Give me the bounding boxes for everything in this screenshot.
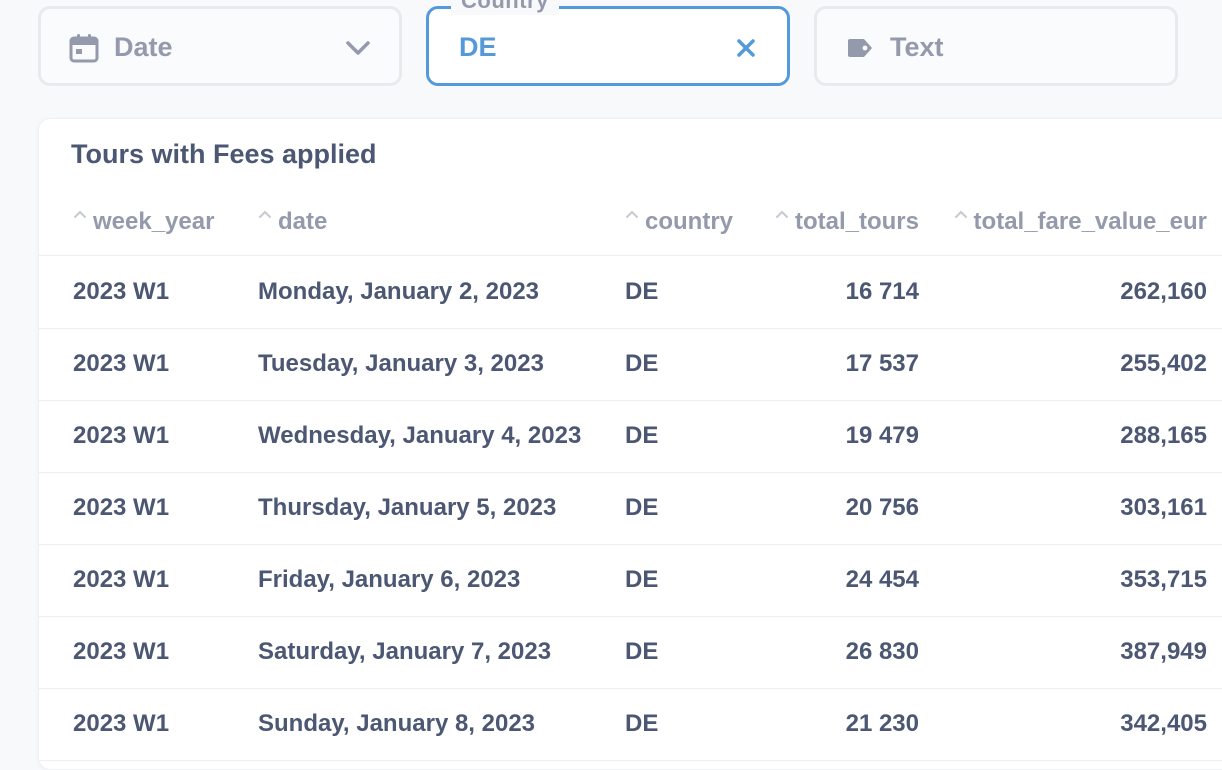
- card-title[interactable]: Tours with Fees applied: [71, 137, 377, 171]
- cell-total-fare-value-eur: 262,160: [1120, 278, 1207, 305]
- column-header-week-year[interactable]: week_year: [73, 207, 214, 237]
- cell-date: Friday, January 6, 2023: [258, 566, 521, 593]
- tag-icon: [845, 33, 875, 63]
- table-row: 2023 W1 Saturday, January 7, 2023 DE 26 …: [39, 616, 1222, 689]
- cell-total-fare-value-eur: 288,165: [1120, 422, 1207, 449]
- table-row: 2023 W1 Friday, January 6, 2023 DE 24 45…: [39, 544, 1222, 617]
- date-filter[interactable]: Date: [38, 6, 402, 86]
- cell-week-year: 2023 W1: [73, 638, 170, 665]
- cell-total-fare-value-eur: 353,715: [1120, 566, 1207, 593]
- column-header-total-tours[interactable]: total_tours: [775, 207, 919, 237]
- cell-country[interactable]: DE: [625, 565, 658, 595]
- cell-total-fare-value-eur: 387,949: [1120, 638, 1207, 665]
- column-header-label: date: [278, 208, 328, 235]
- column-header-label: total_fare_value_eur: [973, 208, 1207, 235]
- cell-total-fare-value-eur: 303,161: [1120, 494, 1207, 521]
- cell-week-year: 2023 W1: [73, 350, 170, 377]
- text-filter-placeholder: Text: [890, 32, 944, 62]
- country-filter-label: Country: [451, 0, 559, 15]
- table-row: 2023 W1 Tuesday, January 3, 2023 DE 17 5…: [39, 328, 1222, 401]
- cell-total-tours: 17 537: [845, 350, 919, 377]
- cell-total-fare-value-eur: 342,405: [1120, 710, 1207, 737]
- country-filter-value: DE: [459, 32, 497, 62]
- chevron-down-icon[interactable]: [345, 37, 371, 59]
- sort-caret-icon: [625, 209, 639, 219]
- cell-total-tours: 26 830: [845, 638, 919, 665]
- sort-caret-icon: [73, 209, 87, 219]
- date-filter-placeholder: Date: [114, 32, 173, 62]
- cell-country[interactable]: DE: [625, 421, 658, 451]
- calendar-icon: [69, 33, 99, 63]
- sort-caret-icon: [775, 209, 789, 219]
- table-row: 2023 W1 Wednesday, January 4, 2023 DE 19…: [39, 400, 1222, 473]
- cell-date: Tuesday, January 3, 2023: [258, 350, 544, 377]
- cell-week-year: 2023 W1: [73, 566, 170, 593]
- cell-week-year: 2023 W1: [73, 494, 170, 521]
- cell-country[interactable]: DE: [625, 709, 658, 739]
- cell-total-tours: 21 230: [845, 710, 919, 737]
- cell-date: Thursday, January 5, 2023: [258, 494, 557, 521]
- cell-total-tours: 16 714: [845, 278, 919, 305]
- table-header: week_year date country total_tours total…: [39, 187, 1222, 256]
- column-header-label: week_year: [93, 208, 215, 235]
- column-header-country[interactable]: country: [625, 207, 733, 237]
- cell-country[interactable]: DE: [625, 637, 658, 667]
- cell-country[interactable]: DE: [625, 277, 658, 307]
- cell-country[interactable]: DE: [625, 493, 658, 523]
- cell-date: Wednesday, January 4, 2023: [258, 422, 582, 449]
- cell-total-tours: 19 479: [845, 422, 919, 449]
- sort-caret-icon: [954, 209, 968, 219]
- column-header-total-fare-value-eur[interactable]: total_fare_value_eur: [954, 207, 1207, 237]
- column-header-label: country: [645, 208, 734, 235]
- cell-date: Saturday, January 7, 2023: [258, 638, 552, 665]
- cell-total-fare-value-eur: 255,402: [1120, 350, 1207, 377]
- country-filter[interactable]: Country DE: [426, 0, 790, 86]
- table-row: 2023 W1 Monday, January 2, 2023 DE 16 71…: [39, 256, 1222, 329]
- table-row: 2023 W1 Sunday, January 8, 2023 DE 21 23…: [39, 688, 1222, 761]
- cell-date: Monday, January 2, 2023: [258, 278, 540, 305]
- close-icon[interactable]: [735, 37, 757, 59]
- column-header-label: total_tours: [794, 208, 919, 235]
- cell-week-year: 2023 W1: [73, 422, 170, 449]
- cell-total-tours: 20 756: [845, 494, 919, 521]
- table-row: 2023 W1 Thursday, January 5, 2023 DE 20 …: [39, 472, 1222, 545]
- cell-date: Sunday, January 8, 2023: [258, 710, 536, 737]
- cell-week-year: 2023 W1: [73, 710, 170, 737]
- question-card: Tours with Fees applied week_year date c…: [38, 118, 1222, 770]
- cell-week-year: 2023 W1: [73, 278, 170, 305]
- sort-caret-icon: [258, 209, 272, 219]
- text-filter[interactable]: Text: [814, 6, 1178, 86]
- column-header-date[interactable]: date: [258, 207, 327, 237]
- cell-country[interactable]: DE: [625, 349, 658, 379]
- cell-total-tours: 24 454: [845, 566, 919, 593]
